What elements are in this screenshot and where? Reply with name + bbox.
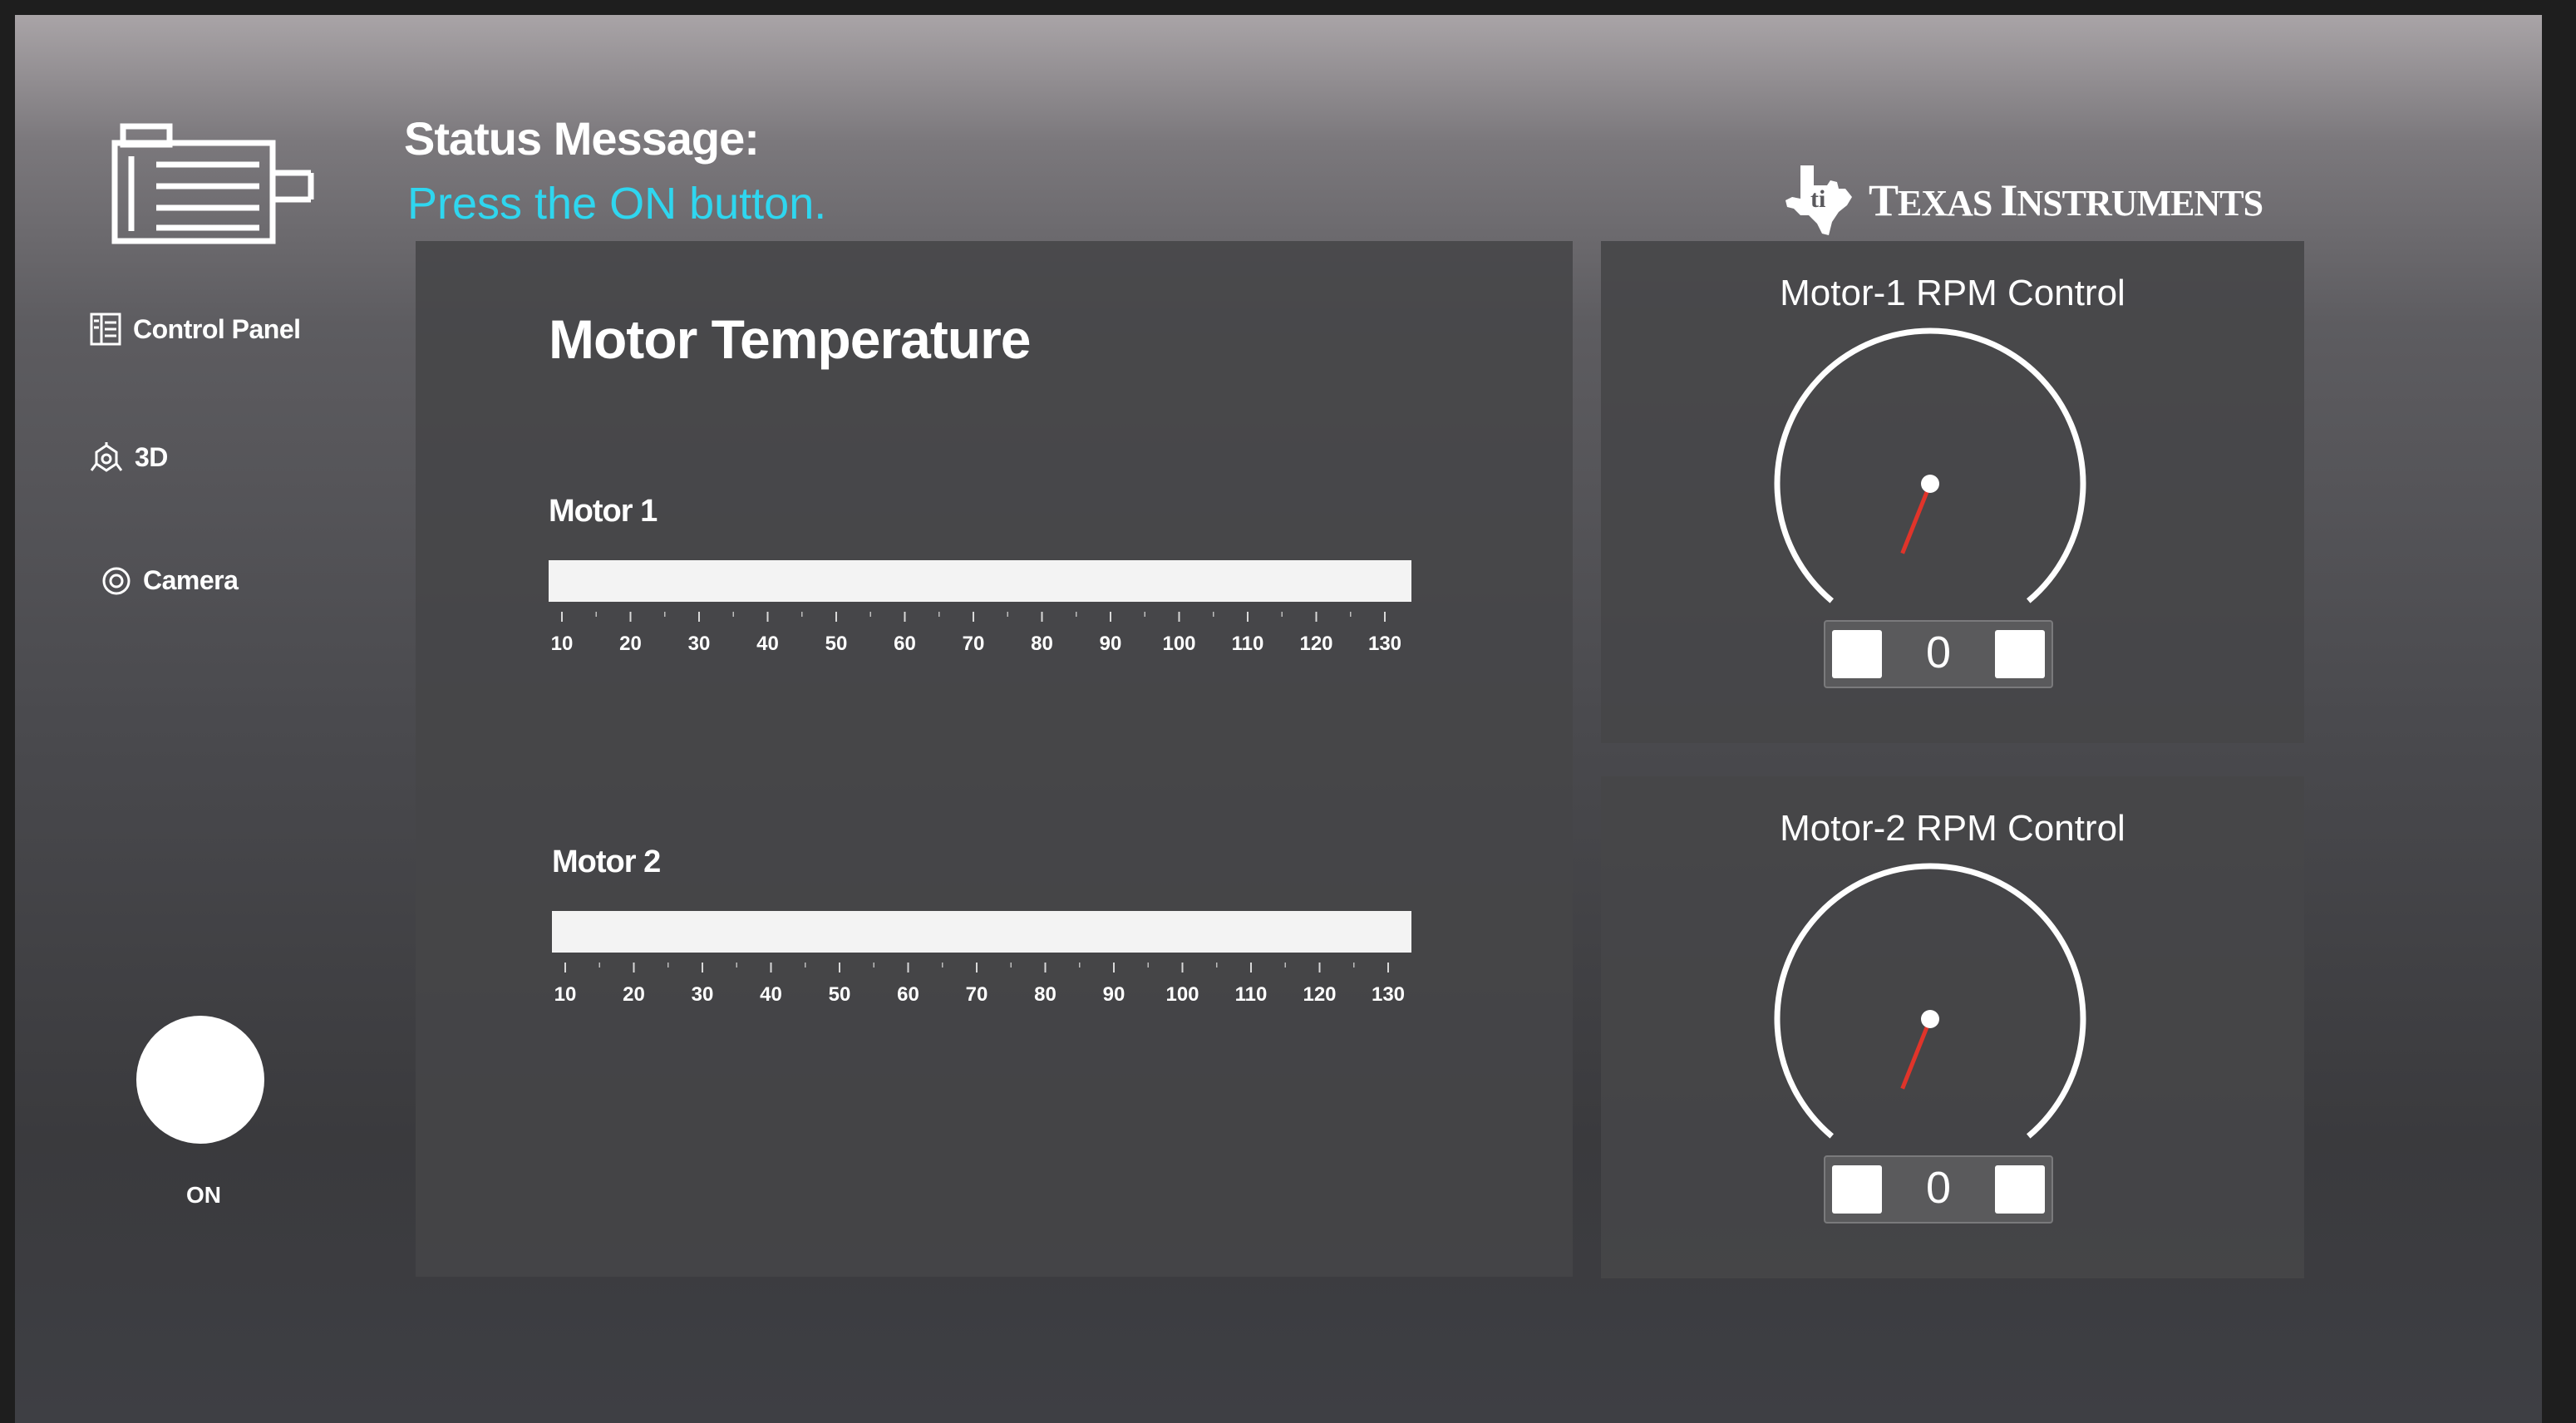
motor-2-rpm-panel: Motor-2 RPM Control 0 — [1601, 776, 2304, 1278]
camera-icon — [102, 567, 131, 594]
scale-tick-label: 110 — [1232, 633, 1264, 655]
ti-logo-text: TEXAS INSTRUMENTS — [1869, 175, 2263, 225]
sidebar-item-control-panel[interactable]: Control Panel — [90, 313, 301, 346]
scale-tick-label: 20 — [623, 983, 645, 1006]
gauge-hub — [1921, 1010, 1939, 1028]
motor-1-rpm-gauge — [1774, 327, 2086, 603]
motor-1-rpm-stepper[interactable]: 0 — [1824, 620, 2053, 688]
motor-logo-icon — [111, 123, 314, 244]
scale-tick-label: 110 — [1235, 983, 1268, 1006]
scale-tick-label: 40 — [756, 633, 779, 655]
scale-tick-label: 50 — [829, 983, 851, 1006]
motor-1-temperature-scale: 10 20 30 40 50 60 70 80 90 100 110 120 130 — [551, 612, 1401, 655]
scale-tick-label: 100 — [1165, 983, 1199, 1006]
motor-2-label: Motor 2 — [552, 844, 661, 879]
ti-logo: ti TEXAS INSTRUMENTS — [1784, 163, 2263, 238]
scale-tick-label: 60 — [897, 983, 919, 1006]
sidebar-item-label: Control Panel — [133, 313, 301, 344]
rpm-panel-title: Motor-1 RPM Control — [1780, 273, 2125, 313]
scale-tick-label: 60 — [894, 633, 916, 655]
scale-tick-label: 80 — [1034, 983, 1057, 1006]
on-button[interactable] — [136, 1016, 264, 1144]
scale-tick-label: 80 — [1031, 633, 1053, 655]
motor-2-rpm-stepper[interactable]: 0 — [1824, 1155, 2053, 1224]
gauge-arc — [1774, 863, 2086, 1139]
on-button-label: ON — [186, 1182, 221, 1208]
scale-tick-label: 100 — [1162, 633, 1195, 655]
rpm-increase-button[interactable] — [1995, 1165, 2045, 1214]
scale-tick-label: 50 — [825, 633, 848, 655]
sidebar-item-label: Camera — [143, 565, 239, 595]
motor-2-temperature-bar — [552, 911, 1411, 953]
sidebar-item-3d[interactable]: 3D — [90, 441, 168, 474]
motor-2-rpm-gauge — [1774, 863, 2086, 1139]
scale-tick-label: 130 — [1368, 633, 1401, 655]
scale-tick-label: 130 — [1372, 983, 1405, 1006]
scale-tick-label: 10 — [554, 983, 577, 1006]
gauge-needle — [1900, 483, 1933, 554]
motor-1-temperature-bar — [549, 560, 1411, 602]
scale-tick-label: 10 — [551, 633, 574, 655]
screen: Status Message: Press the ON button. ti … — [15, 15, 2542, 1423]
cube-3d-icon — [90, 442, 123, 472]
scale-tick-label: 70 — [966, 983, 988, 1006]
texas-state-icon: ti — [1785, 165, 1852, 235]
gauge-needle — [1900, 1018, 1933, 1090]
motor-2-temperature-scale: 10 20 30 40 50 60 70 80 90 100 110 120 130 — [554, 963, 1405, 1006]
gauge-arc — [1774, 327, 2086, 603]
scale-tick-label: 90 — [1100, 633, 1122, 655]
motor-1-label: Motor 1 — [549, 494, 658, 529]
panel-title: Motor Temperature — [549, 308, 1032, 370]
scale-tick-label: 40 — [760, 983, 782, 1006]
sidebar-item-label: 3D — [135, 441, 168, 472]
sidebar-item-camera[interactable]: Camera — [101, 565, 239, 596]
motor-1-rpm-panel: Motor-1 RPM Control 0 — [1601, 241, 2304, 743]
svg-text:ti: ti — [1810, 185, 1825, 213]
rpm-increase-button[interactable] — [1995, 630, 2045, 678]
scale-tick-label: 120 — [1299, 633, 1332, 655]
scale-tick-label: 70 — [963, 633, 985, 655]
scale-tick-label: 20 — [619, 633, 642, 655]
gauge-hub — [1921, 475, 1939, 493]
scale-tick-label: 30 — [692, 983, 714, 1006]
scale-tick-label: 90 — [1103, 983, 1125, 1006]
status-title: Status Message: — [404, 112, 760, 165]
control-panel-icon — [90, 313, 121, 346]
scale-tick-label: 30 — [688, 633, 711, 655]
scale-tick-label: 120 — [1303, 983, 1336, 1006]
motor-temperature-panel: Motor Temperature Motor 1 10 20 30 40 50 60 70… — [416, 241, 1573, 1277]
status-message: Press the ON button. — [407, 179, 827, 229]
rpm-panel-title: Motor-2 RPM Control — [1780, 808, 2125, 849]
